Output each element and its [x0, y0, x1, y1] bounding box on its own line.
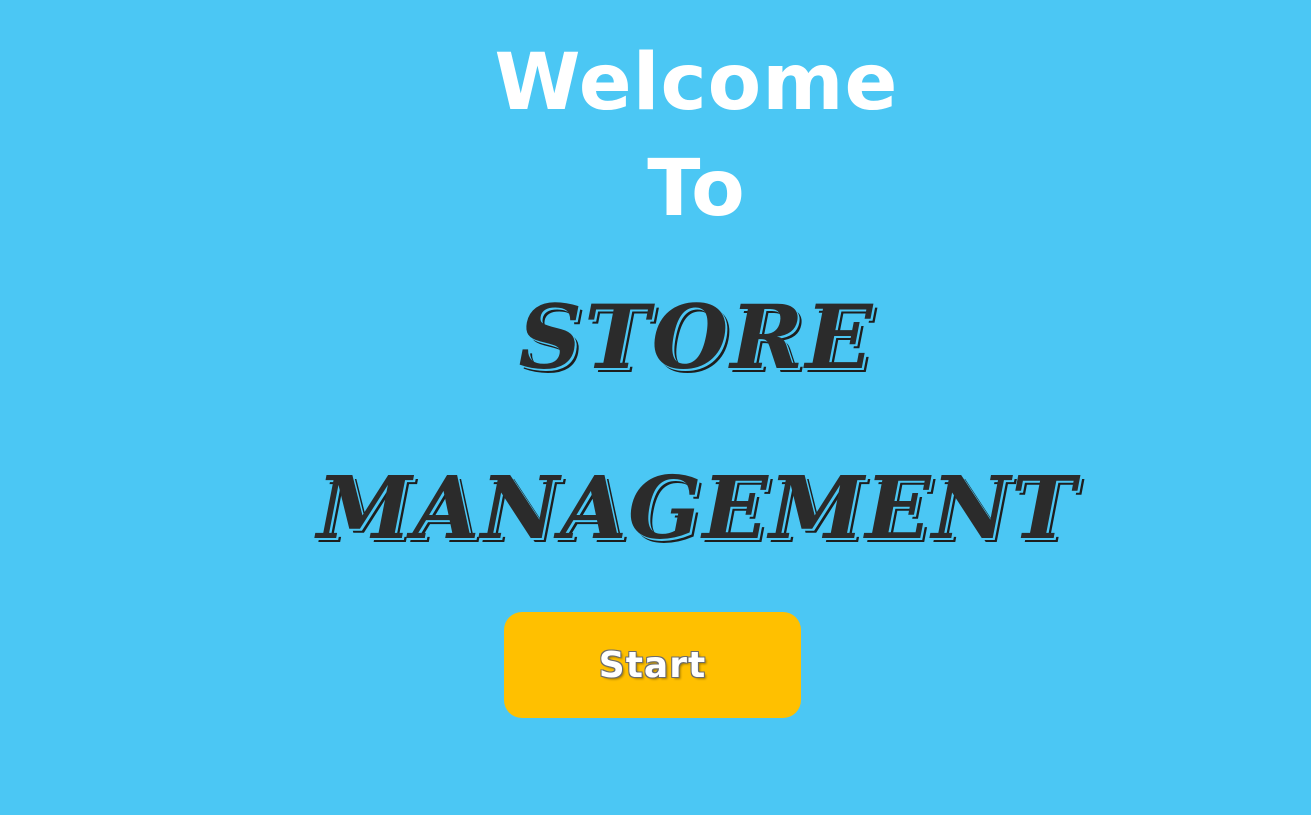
start-button[interactable]: Start [504, 612, 801, 718]
store-title-text: STORE [518, 285, 875, 389]
welcome-screen: Welcome To STORE MANAGEMENT Start [0, 0, 1311, 815]
welcome-to-text: To [647, 144, 746, 234]
start-button-label: Start [598, 644, 707, 686]
management-title-text: MANAGEMENT [316, 458, 1077, 559]
welcome-heading: Welcome [494, 38, 899, 128]
